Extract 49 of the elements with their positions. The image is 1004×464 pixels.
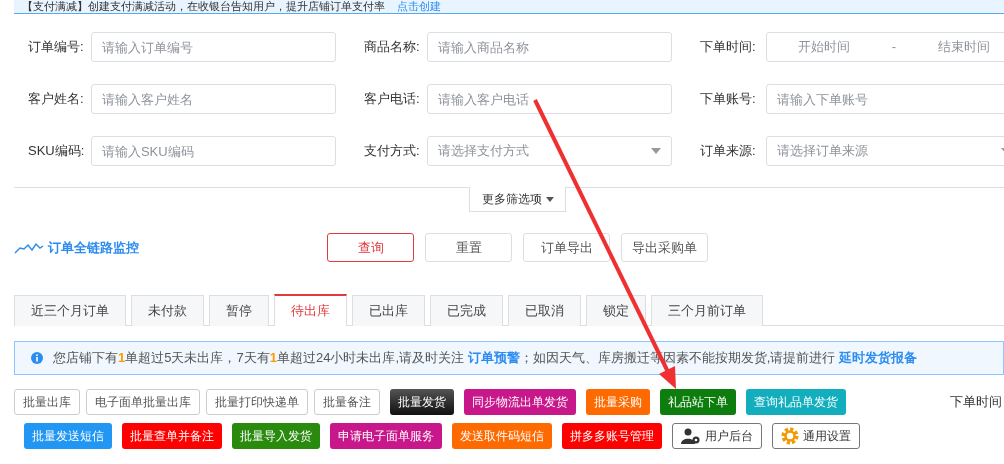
input-field[interactable]: 请输入客户电话 [426, 84, 672, 114]
tab[interactable]: 已出库 [352, 295, 425, 326]
batch-button[interactable]: 同步物流出单发货 [464, 389, 576, 415]
input-field[interactable]: 请输入下单账号 [766, 84, 1004, 114]
banner-text: 【支付满减】创建支付满减活动，在收银台告知用户，提升店铺订单支付率 [22, 0, 385, 13]
field-label: 客户电话: [363, 90, 421, 109]
tab[interactable]: 暂停 [209, 295, 269, 326]
field-label: SKU编码: [27, 142, 86, 161]
batch-button[interactable]: 批量备注 [314, 389, 380, 415]
field-label: 下单账号: [699, 90, 757, 109]
action-button[interactable]: 导出采购单 [621, 233, 708, 262]
more-filters-button[interactable]: 更多筛选项 [469, 187, 566, 212]
info-icon [31, 352, 43, 364]
batch-button[interactable]: 申请电子面单服务 [330, 423, 442, 449]
sort-label: 下单时间 [950, 393, 1002, 412]
tab[interactable]: 待出库 [274, 294, 347, 326]
input-field[interactable]: 请输入订单编号 [90, 32, 336, 62]
tab[interactable]: 近三个月订单 [14, 295, 126, 326]
field-label: 下单时间: [699, 38, 757, 57]
field-label: 支付方式: [363, 142, 421, 161]
gear-icon [781, 427, 799, 445]
search-button[interactable]: 查询 [327, 233, 414, 262]
batch-button[interactable]: 用户后台 [672, 423, 762, 449]
input-field[interactable]: 请输入商品名称 [426, 32, 672, 62]
action-button[interactable]: 重置 [425, 233, 512, 262]
field-label: 订单编号: [27, 38, 85, 57]
batch-button[interactable]: 批量查单并备注 [122, 423, 222, 449]
tab[interactable]: 锁定 [586, 295, 646, 326]
tab[interactable]: 已取消 [508, 295, 581, 326]
input-field[interactable]: 请输入客户姓名 [90, 84, 336, 114]
field-label: 客户姓名: [27, 90, 85, 109]
tab[interactable]: 未付款 [131, 295, 204, 326]
field-label: 商品名称: [363, 38, 421, 57]
tab[interactable]: 已完成 [430, 295, 503, 326]
batch-button[interactable]: 通用设置 [772, 423, 860, 449]
batch-button[interactable]: 拼多多账号管理 [562, 423, 662, 449]
batch-button[interactable]: 电子面单批量出库 [86, 389, 200, 415]
batch-button[interactable]: 礼品站下单 [660, 389, 736, 415]
batch-button[interactable]: 批量打印快递单 [206, 389, 308, 415]
batch-button[interactable]: 批量发货 [390, 389, 454, 415]
tab[interactable]: 三个月前订单 [651, 295, 763, 326]
trend-line-icon [14, 241, 44, 254]
user-gear-icon [681, 428, 701, 444]
field-label: 订单来源: [699, 142, 757, 161]
caret-icon [651, 148, 661, 154]
batch-button[interactable]: 批量出库 [14, 389, 80, 415]
batch-button[interactable]: 批量导入发货 [232, 423, 320, 449]
action-button[interactable]: 订单导出 [523, 233, 610, 262]
input-field[interactable]: 请输入SKU编码 [90, 136, 336, 166]
